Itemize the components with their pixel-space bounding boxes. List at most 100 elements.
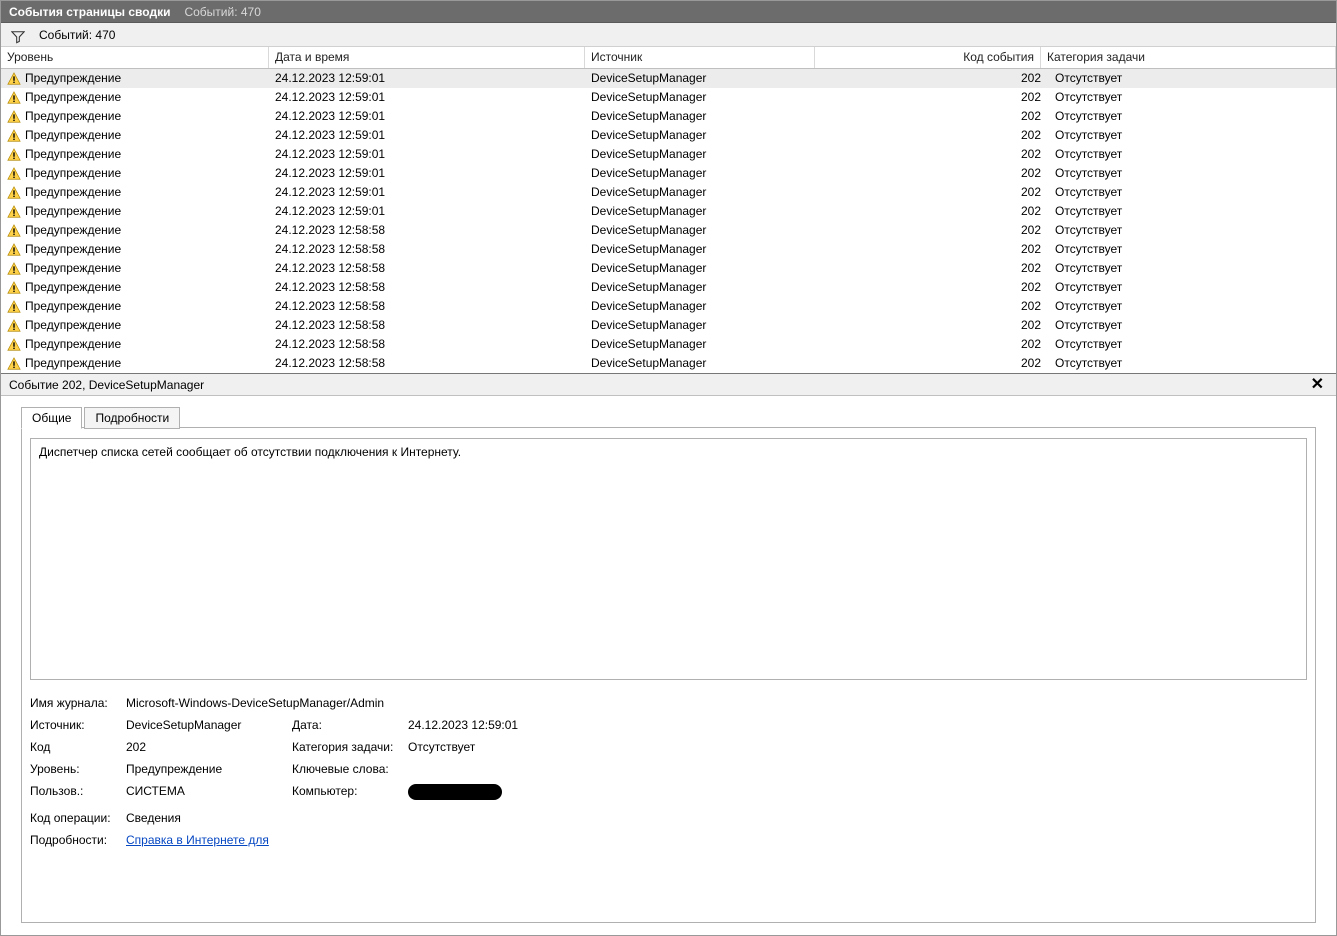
event-grid: Уровень Дата и время Источник Код событи… xyxy=(1,47,1336,374)
cell-category: Отсутствует xyxy=(1047,69,1336,88)
cell-eventid: 202 xyxy=(821,88,1047,107)
cell-level: Предупреждение xyxy=(25,297,121,316)
cell-source: DeviceSetupManager xyxy=(591,297,821,316)
redacted-value xyxy=(408,784,502,800)
table-row[interactable]: Предупреждение24.12.2023 12:58:58DeviceS… xyxy=(1,278,1336,297)
table-row[interactable]: Предупреждение24.12.2023 12:58:58DeviceS… xyxy=(1,240,1336,259)
table-row[interactable]: Предупреждение24.12.2023 12:59:01DeviceS… xyxy=(1,69,1336,88)
details-header-title: Событие 202, DeviceSetupManager xyxy=(9,374,204,396)
cell-category: Отсутствует xyxy=(1047,145,1336,164)
label-log-name: Имя журнала: xyxy=(30,696,120,710)
cell-source: DeviceSetupManager xyxy=(591,164,821,183)
details-header: Событие 202, DeviceSetupManager ✕ xyxy=(1,374,1336,396)
cell-category: Отсутствует xyxy=(1047,240,1336,259)
cell-datetime: 24.12.2023 12:59:01 xyxy=(275,69,591,88)
cell-category: Отсутствует xyxy=(1047,316,1336,335)
cell-source: DeviceSetupManager xyxy=(591,221,821,240)
more-info-link[interactable]: Справка в Интернете для xyxy=(126,833,269,847)
cell-level: Предупреждение xyxy=(25,202,121,221)
label-op-code: Код операции: xyxy=(30,811,120,825)
table-row[interactable]: Предупреждение24.12.2023 12:58:58DeviceS… xyxy=(1,221,1336,240)
titlebar-title: События страницы сводки xyxy=(9,1,170,22)
cell-source: DeviceSetupManager xyxy=(591,316,821,335)
cell-eventid: 202 xyxy=(821,259,1047,278)
cell-datetime: 24.12.2023 12:59:01 xyxy=(275,126,591,145)
col-header-category[interactable]: Категория задачи xyxy=(1041,47,1336,68)
value-keywords xyxy=(408,762,608,776)
value-user: СИСТЕМА xyxy=(126,784,286,803)
warning-icon xyxy=(7,72,21,86)
table-row[interactable]: Предупреждение24.12.2023 12:59:01DeviceS… xyxy=(1,202,1336,221)
cell-level: Предупреждение xyxy=(25,259,121,278)
label-more-info: Подробности: xyxy=(30,833,120,847)
col-header-source[interactable]: Источник xyxy=(585,47,815,68)
cell-datetime: 24.12.2023 12:58:58 xyxy=(275,259,591,278)
cell-datetime: 24.12.2023 12:58:58 xyxy=(275,297,591,316)
table-row[interactable]: Предупреждение24.12.2023 12:58:58DeviceS… xyxy=(1,316,1336,335)
cell-level: Предупреждение xyxy=(25,145,121,164)
cell-category: Отсутствует xyxy=(1047,164,1336,183)
cell-source: DeviceSetupManager xyxy=(591,107,821,126)
cell-level: Предупреждение xyxy=(25,126,121,145)
cell-category: Отсутствует xyxy=(1047,335,1336,354)
table-row[interactable]: Предупреждение24.12.2023 12:59:01DeviceS… xyxy=(1,107,1336,126)
cell-datetime: 24.12.2023 12:58:58 xyxy=(275,354,591,373)
col-header-datetime[interactable]: Дата и время xyxy=(269,47,585,68)
table-row[interactable]: Предупреждение 24.12.2023 12:58:58DeviceS… xyxy=(1,259,1336,278)
cell-eventid: 202 xyxy=(821,202,1047,221)
tab-panel-general: Диспетчер списка сетей сообщает об отсут… xyxy=(21,427,1316,923)
cell-datetime: 24.12.2023 12:59:01 xyxy=(275,88,591,107)
table-row[interactable]: Предупреждение 24.12.2023 12:58:58DeviceS… xyxy=(1,297,1336,316)
close-icon[interactable]: ✕ xyxy=(1307,374,1328,396)
cell-category: Отсутствует xyxy=(1047,278,1336,297)
cell-source: DeviceSetupManager xyxy=(591,259,821,278)
label-source: Источник: xyxy=(30,718,120,732)
cell-datetime: 24.12.2023 12:58:58 xyxy=(275,221,591,240)
grid-body[interactable]: Предупреждение24.12.2023 12:59:01DeviceS… xyxy=(1,69,1336,373)
table-row[interactable]: Предупреждение24.12.2023 12:58:58DeviceS… xyxy=(1,354,1336,373)
value-computer xyxy=(408,784,608,803)
warning-icon xyxy=(7,262,21,276)
cell-source: DeviceSetupManager xyxy=(591,240,821,259)
warning-icon xyxy=(7,129,21,143)
cell-source: DeviceSetupManager xyxy=(591,278,821,297)
event-description[interactable]: Диспетчер списка сетей сообщает об отсут… xyxy=(30,438,1307,680)
cell-level: Предупреждение xyxy=(25,183,121,202)
cell-level: Предупреждение xyxy=(25,335,121,354)
table-row[interactable]: Предупреждение24.12.2023 12:59:01DeviceS… xyxy=(1,145,1336,164)
value-task-category: Отсутствует xyxy=(408,740,608,754)
cell-datetime: 24.12.2023 12:59:01 xyxy=(275,164,591,183)
cell-eventid: 202 xyxy=(821,354,1047,373)
cell-category: Отсутствует xyxy=(1047,126,1336,145)
value-code: 202 xyxy=(126,740,286,754)
label-code: Код xyxy=(30,740,120,754)
table-row[interactable]: Предупреждение 24.12.2023 12:59:01DeviceS… xyxy=(1,164,1336,183)
warning-icon xyxy=(7,224,21,238)
table-row[interactable]: Предупреждение24.12.2023 12:58:58DeviceS… xyxy=(1,335,1336,354)
table-row[interactable]: Предупреждение24.12.2023 12:59:01DeviceS… xyxy=(1,88,1336,107)
warning-icon xyxy=(7,91,21,105)
value-log-name: Microsoft-Windows-DeviceSetupManager/Adm… xyxy=(126,696,608,710)
cell-datetime: 24.12.2023 12:58:58 xyxy=(275,240,591,259)
table-row[interactable]: Предупреждение24.12.2023 12:59:01DeviceS… xyxy=(1,126,1336,145)
cell-level: Предупреждение xyxy=(25,164,121,183)
cell-eventid: 202 xyxy=(821,126,1047,145)
filterbar-event-count: Событий: 470 xyxy=(39,23,115,47)
warning-icon xyxy=(7,300,21,314)
label-keywords: Ключевые слова: xyxy=(292,762,402,776)
grid-header: Уровень Дата и время Источник Код событи… xyxy=(1,47,1336,69)
col-header-level[interactable]: Уровень xyxy=(1,47,269,68)
cell-level: Предупреждение xyxy=(25,88,121,107)
tab-general[interactable]: Общие xyxy=(21,407,82,429)
cell-datetime: 24.12.2023 12:59:01 xyxy=(275,145,591,164)
label-date: Дата: xyxy=(292,718,402,732)
cell-eventid: 202 xyxy=(821,297,1047,316)
filter-icon[interactable] xyxy=(11,28,25,42)
tab-details[interactable]: Подробности xyxy=(84,407,180,429)
warning-icon xyxy=(7,338,21,352)
cell-eventid: 202 xyxy=(821,335,1047,354)
cell-eventid: 202 xyxy=(821,145,1047,164)
warning-icon xyxy=(7,110,21,124)
col-header-eventid[interactable]: Код события xyxy=(815,47,1041,68)
table-row[interactable]: Предупреждение24.12.2023 12:59:01DeviceS… xyxy=(1,183,1336,202)
